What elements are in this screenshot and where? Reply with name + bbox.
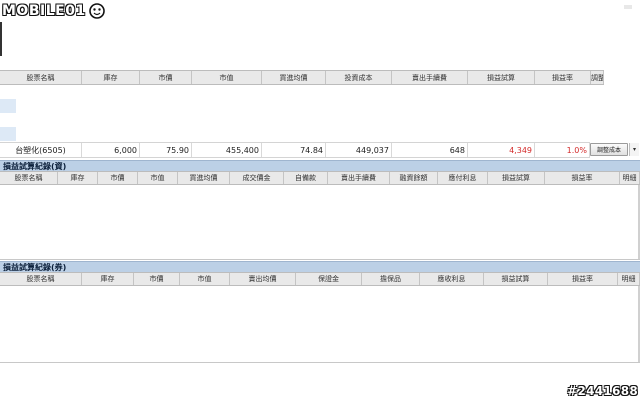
holdings-header: 股票名稱 庫存 市價 市值 買進均價 投資成本 賣出手續費 損益試算 損益率 調… (0, 70, 604, 85)
col-header-detail[interactable]: 明細 (620, 172, 640, 184)
logo-text: MOBILE01 (2, 3, 86, 19)
cell-name: 台塑化(6505) (0, 143, 82, 157)
adjust-cost-button[interactable]: 調整成本 (590, 143, 628, 156)
col-header-name[interactable]: 股票名稱 (0, 71, 82, 84)
mobile01-logo: MOBILE01 (2, 2, 106, 20)
col-header-value[interactable]: 市值 (180, 273, 230, 285)
cell-cost: 449,037 (326, 143, 392, 157)
col-header-pnl[interactable]: 損益試算 (484, 273, 548, 285)
col-header-qty[interactable]: 庫存 (58, 172, 98, 184)
col-header-price[interactable]: 市價 (134, 273, 180, 285)
col-header-value[interactable]: 市值 (138, 172, 178, 184)
col-header-self-fund[interactable]: 自備款 (284, 172, 328, 184)
col-header-pnl[interactable]: 損益試算 (468, 71, 535, 84)
col-header-price[interactable]: 市價 (98, 172, 138, 184)
pane-divider (0, 362, 640, 363)
table-row[interactable]: 台塑化(6505) 6,000 75.90 455,400 74.84 449,… (0, 142, 590, 158)
col-header-avg-price[interactable]: 買進均價 (178, 172, 230, 184)
chevron-down-icon[interactable]: ▾ (629, 143, 639, 156)
short-header: 股票名稱 庫存 市價 市值 賣出均價 保證金 擔保品 應收利息 損益試算 損益率… (0, 272, 640, 286)
pane-divider (0, 259, 640, 260)
col-header-margin-balance[interactable]: 融資餘額 (390, 172, 438, 184)
col-header-pnl[interactable]: 損益試算 (488, 172, 545, 184)
col-header-collateral[interactable]: 擔保品 (362, 273, 420, 285)
cell-pnl: 4,349 (468, 143, 535, 157)
col-header-interest-receivable[interactable]: 應收利息 (420, 273, 484, 285)
col-header-qty[interactable]: 庫存 (82, 273, 134, 285)
section-title-margin: 損益試算紀錄(資) (0, 160, 640, 171)
col-header-rate[interactable]: 損益率 (545, 172, 620, 184)
section-title-short: 損益試算紀錄(券) (0, 261, 640, 272)
col-header-avg-price[interactable]: 買進均價 (262, 71, 326, 84)
logo-face-icon (88, 3, 105, 19)
col-header-price[interactable]: 市價 (140, 71, 192, 84)
col-header-fee[interactable]: 賣出手續費 (392, 71, 468, 84)
panel-left-border (0, 22, 2, 56)
row-selector[interactable] (0, 127, 16, 141)
cell-rate: 1.0% (535, 143, 590, 157)
col-header-value[interactable]: 市值 (192, 71, 262, 84)
col-header-adjust[interactable]: 調整 (591, 71, 604, 84)
col-header-name[interactable]: 股票名稱 (0, 273, 82, 285)
col-header-cost[interactable]: 投資成本 (326, 71, 392, 84)
cell-avg-price: 74.84 (262, 143, 326, 157)
cell-qty: 6,000 (82, 143, 140, 157)
image-watermark-id: #2441688 (567, 384, 638, 398)
row-selector[interactable] (0, 99, 16, 113)
window-corner-mark (624, 5, 632, 9)
col-header-qty[interactable]: 庫存 (82, 71, 140, 84)
col-header-fee[interactable]: 賣出手續費 (328, 172, 390, 184)
col-header-interest-payable[interactable]: 應付利息 (438, 172, 488, 184)
cell-fee: 648 (392, 143, 468, 157)
col-header-deposit[interactable]: 保證金 (296, 273, 362, 285)
margin-header: 股票名稱 庫存 市價 市值 買進均價 成交價金 自備款 賣出手續費 融資餘額 應… (0, 171, 640, 185)
cell-price: 75.90 (140, 143, 192, 157)
col-header-deal-amount[interactable]: 成交價金 (230, 172, 284, 184)
col-header-sell-avg[interactable]: 賣出均價 (230, 273, 296, 285)
col-header-rate[interactable]: 損益率 (548, 273, 618, 285)
col-header-detail[interactable]: 明細 (618, 273, 640, 285)
col-header-name[interactable]: 股票名稱 (0, 172, 58, 184)
col-header-rate[interactable]: 損益率 (535, 71, 591, 84)
cell-value: 455,400 (192, 143, 262, 157)
